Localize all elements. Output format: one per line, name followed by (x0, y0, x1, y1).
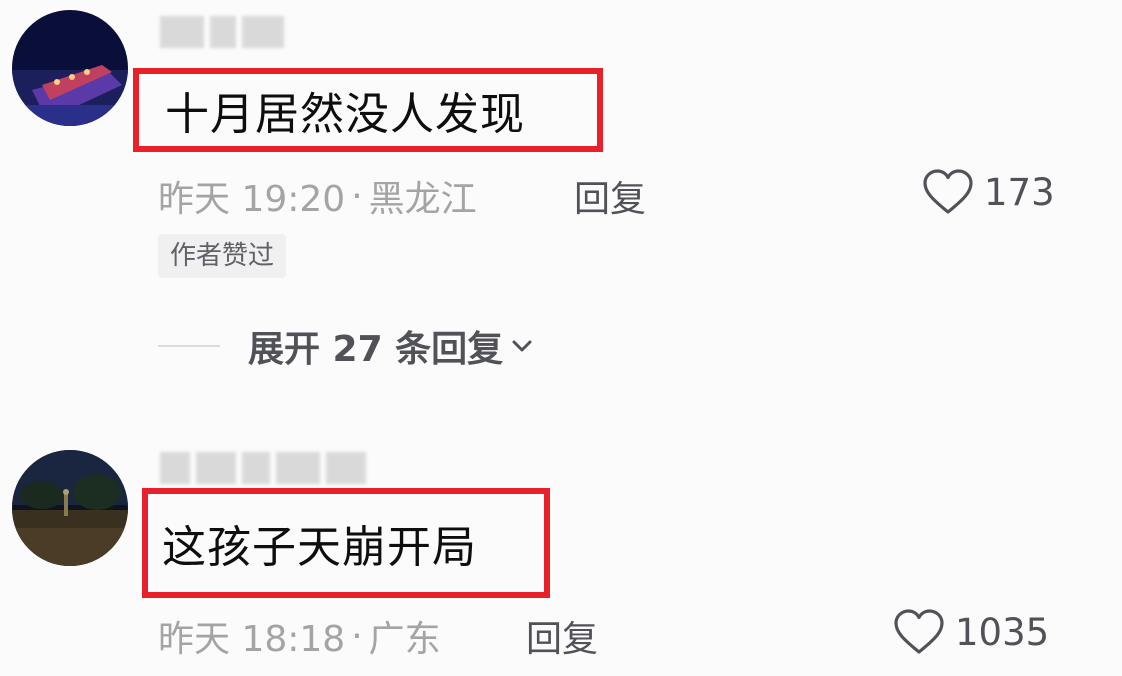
like-button[interactable]: 173 (922, 168, 1055, 216)
comment-time: 昨天 19:20 (158, 179, 346, 220)
expand-divider (158, 345, 220, 347)
heart-outline-icon (923, 169, 973, 214)
comment-meta: 昨天 18:18 · 广东 (158, 610, 441, 662)
comment-item: 这孩子天崩开局 昨天 18:18 · 广东 回复 1035 (0, 440, 1122, 676)
expand-replies-label: 展开 27 条回复 (248, 329, 504, 370)
like-count: 173 (984, 170, 1055, 214)
username-blurred[interactable] (160, 452, 366, 484)
reply-button[interactable]: 回复 (526, 610, 598, 662)
comment-text-highlight: 这孩子天崩开局 (142, 488, 550, 598)
comment-text: 这孩子天崩开局 (162, 522, 477, 573)
reply-button[interactable]: 回复 (574, 170, 646, 222)
comment-meta: 昨天 19:20 · 黑龙江 (158, 170, 477, 222)
comment-text-highlight: 十月居然没人发现 (133, 68, 603, 152)
comment-location: 广东 (368, 619, 441, 660)
avatar[interactable] (12, 450, 128, 566)
username-blurred[interactable] (160, 16, 284, 48)
like-button[interactable]: 1035 (893, 608, 1049, 656)
avatar[interactable] (12, 10, 128, 126)
comment-time: 昨天 18:18 (158, 619, 346, 660)
expand-replies[interactable]: 展开 27 条回复 (158, 320, 533, 372)
meta-separator: · (351, 615, 363, 657)
comment-text: 十月居然没人发现 (165, 89, 525, 140)
author-liked-badge: 作者赞过 (158, 234, 287, 278)
heart-outline-icon (894, 609, 944, 654)
comment-location: 黑龙江 (368, 179, 477, 220)
comment-item: 十月居然没人发现 昨天 19:20 · 黑龙江 回复 173 作者赞过 展开 2… (0, 0, 1122, 400)
chevron-down-icon (512, 340, 532, 352)
like-count: 1035 (955, 610, 1050, 654)
meta-separator: · (351, 175, 363, 217)
